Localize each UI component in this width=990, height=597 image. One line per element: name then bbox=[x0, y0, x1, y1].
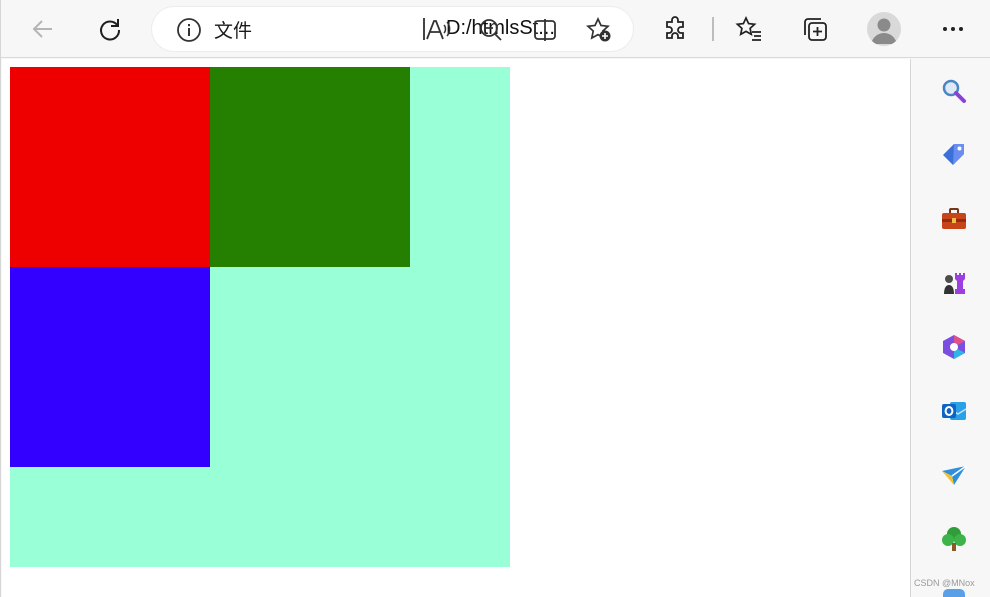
tree-icon[interactable] bbox=[939, 524, 969, 554]
search-icon[interactable] bbox=[939, 76, 969, 106]
edge-sidebar bbox=[910, 59, 990, 597]
back-arrow-icon bbox=[32, 20, 52, 38]
user-icon bbox=[871, 18, 897, 44]
browser-window: 文件 D:/htmlsSt... CSDN @MNox bbox=[0, 0, 990, 597]
refresh-button[interactable] bbox=[90, 9, 130, 49]
collections-button[interactable] bbox=[795, 9, 835, 49]
toolbox-icon[interactable] bbox=[939, 204, 969, 234]
collections-icon bbox=[804, 18, 827, 41]
toolbar-divider bbox=[712, 17, 714, 41]
add-favorite-icon[interactable] bbox=[585, 16, 613, 44]
favorites-list-icon bbox=[735, 15, 761, 41]
favorites-button[interactable] bbox=[729, 9, 769, 49]
red-box bbox=[10, 67, 210, 267]
split-screen-icon[interactable] bbox=[531, 16, 559, 44]
back-button[interactable] bbox=[23, 9, 63, 49]
shopping-tag-icon[interactable] bbox=[939, 140, 969, 170]
games-chess-icon[interactable] bbox=[939, 268, 969, 298]
address-bar[interactable]: 文件 D:/htmlsSt... bbox=[152, 7, 633, 51]
green-box bbox=[210, 67, 410, 267]
more-dots-icon bbox=[943, 27, 963, 31]
settings-more-button[interactable] bbox=[933, 9, 973, 49]
send-plane-icon[interactable] bbox=[939, 460, 969, 490]
blue-box bbox=[10, 267, 210, 467]
read-aloud-icon[interactable] bbox=[423, 16, 451, 44]
page-viewport bbox=[2, 59, 910, 597]
site-info-label[interactable]: 文件 bbox=[214, 16, 252, 43]
outlook-icon[interactable] bbox=[939, 396, 969, 426]
outer-box bbox=[10, 67, 510, 567]
office-icon[interactable] bbox=[939, 332, 969, 362]
watermark-text: CSDN @MNox bbox=[914, 578, 975, 588]
refresh-icon bbox=[100, 19, 121, 41]
zoom-out-icon[interactable] bbox=[477, 16, 505, 44]
puzzle-icon bbox=[666, 16, 684, 39]
extensions-button[interactable] bbox=[656, 9, 696, 49]
profile-avatar[interactable] bbox=[867, 12, 901, 46]
browser-toolbar: 文件 D:/htmlsSt... bbox=[1, 0, 990, 58]
site-info-icon[interactable] bbox=[176, 17, 202, 43]
